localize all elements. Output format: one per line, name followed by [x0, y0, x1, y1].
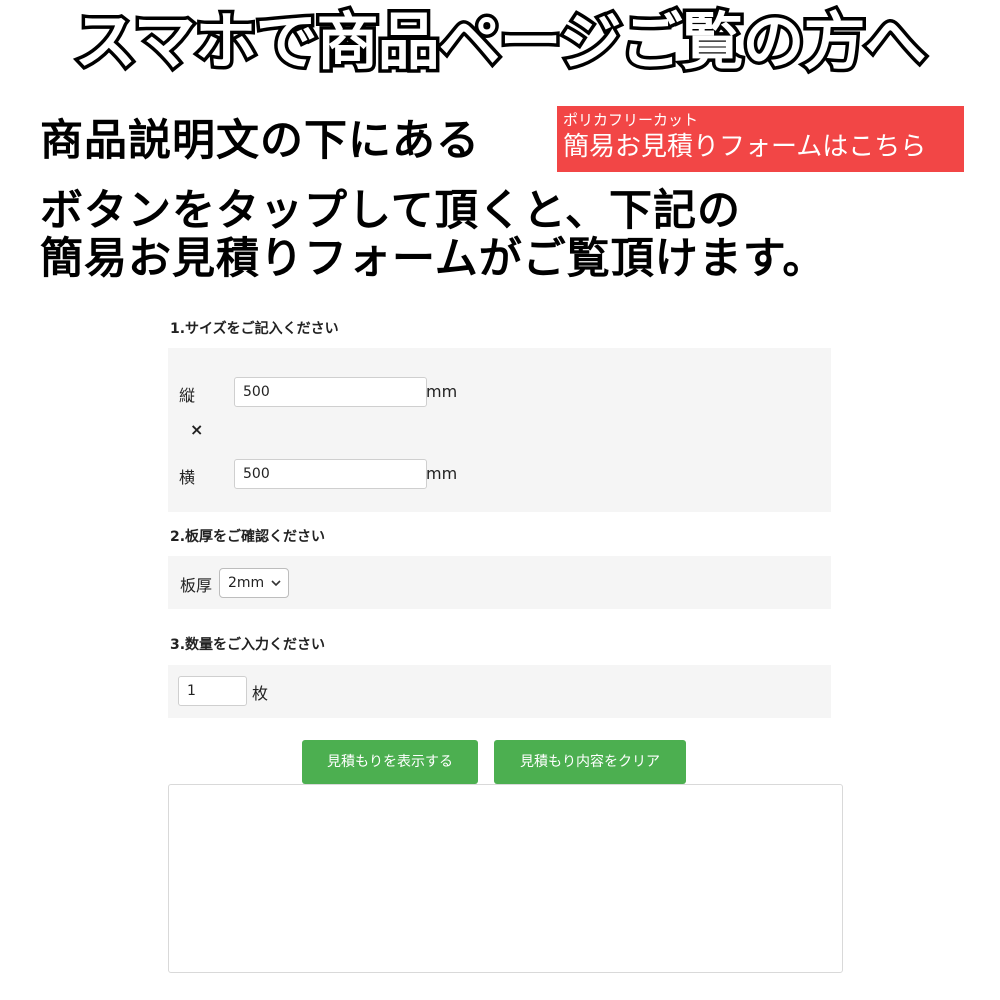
- intro-line-1: 商品説明文の下にある: [40, 116, 480, 166]
- thickness-panel: 板厚 2mm: [168, 556, 831, 609]
- intro-line-3: 簡易お見積りフォームがご覧頂けます。: [40, 234, 827, 284]
- times-symbol: ×: [190, 420, 204, 439]
- chevron-down-icon: [271, 580, 281, 587]
- quantity-input[interactable]: 1: [178, 676, 247, 706]
- estimate-form-link-button[interactable]: ポリカフリーカット 簡易お見積りフォームはこちら: [557, 106, 964, 172]
- estimate-link-sublabel: ポリカフリーカット: [563, 111, 699, 129]
- banner-headline: スマホで商品ページご覧の方へ: [71, 2, 930, 82]
- thickness-label: 板厚: [180, 576, 213, 595]
- thickness-select[interactable]: 2mm: [219, 568, 289, 598]
- size-panel: 縦 500 mm × 横 500 mm: [168, 348, 831, 512]
- height-label: 縦: [179, 386, 196, 405]
- height-input[interactable]: 500: [234, 377, 427, 407]
- estimate-result-area: [168, 784, 843, 973]
- size-section-title: 1.サイズをご記入ください: [170, 321, 339, 337]
- width-label: 横: [179, 468, 196, 487]
- show-estimate-button[interactable]: 見積もりを表示する: [302, 740, 478, 784]
- estimate-link-label: 簡易お見積りフォームはこちら: [563, 132, 927, 162]
- intro-line-2: ボタンをタップして頂くと、下記の: [40, 186, 741, 236]
- width-unit: mm: [426, 464, 458, 483]
- quantity-panel: 1 枚: [168, 665, 831, 718]
- width-input[interactable]: 500: [234, 459, 427, 489]
- quantity-unit: 枚: [252, 684, 269, 703]
- height-unit: mm: [426, 382, 458, 401]
- thickness-selected-value: 2mm: [228, 575, 265, 591]
- clear-estimate-button[interactable]: 見積もり内容をクリア: [494, 740, 686, 784]
- quantity-section-title: 3.数量をご入力ください: [170, 637, 326, 653]
- thickness-section-title: 2.板厚をご確認ください: [170, 529, 326, 545]
